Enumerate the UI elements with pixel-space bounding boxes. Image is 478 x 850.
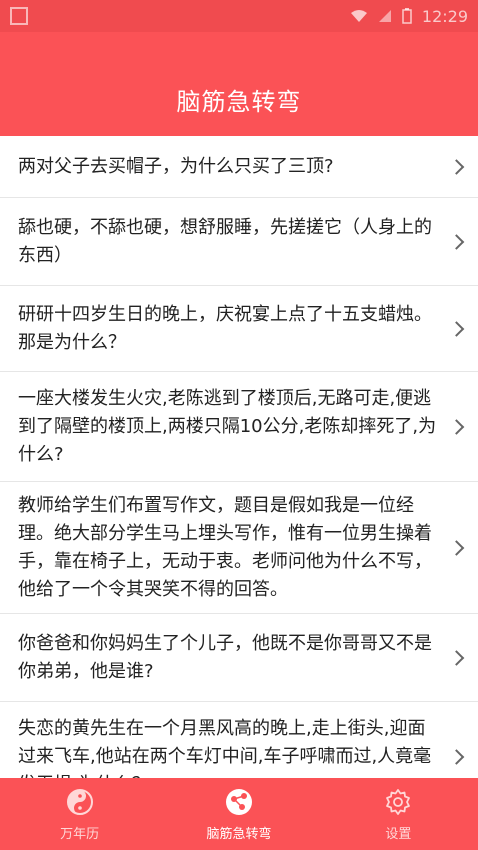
question-text: 一座大楼发生火灾,老陈逃到了楼顶后,无路可走,便逃到了隔壁的楼顶上,两楼只隔10… bbox=[18, 387, 437, 465]
status-bar: 12:29 bbox=[0, 0, 478, 32]
list-item[interactable]: 你爸爸和你妈妈生了个儿子，他既不是你哥哥又不是你弟弟，他是谁? bbox=[0, 614, 478, 702]
notification-icon bbox=[10, 7, 28, 25]
list-item[interactable]: 研研十四岁生日的晚上，庆祝宴上点了十五支蜡烛。那是为什么？ bbox=[0, 286, 478, 372]
share-nodes-icon bbox=[225, 788, 252, 815]
tab-label: 万年历 bbox=[60, 826, 100, 842]
question-text: 研研十四岁生日的晚上，庆祝宴上点了十五支蜡烛。那是为什么？ bbox=[18, 303, 432, 353]
signal-icon bbox=[378, 10, 391, 22]
list-item[interactable]: 一座大楼发生火灾,老陈逃到了楼顶后,无路可走,便逃到了隔壁的楼顶上,两楼只隔10… bbox=[0, 372, 478, 482]
tab-label: 脑筋急转弯 bbox=[206, 826, 272, 842]
status-time: 12:29 bbox=[421, 6, 468, 26]
question-text: 你爸爸和你妈妈生了个儿子，他既不是你哥哥又不是你弟弟，他是谁? bbox=[18, 632, 432, 682]
chevron-right-icon bbox=[448, 649, 465, 666]
tab-brain-teasers[interactable]: 脑筋急转弯 bbox=[159, 778, 318, 850]
chevron-right-icon bbox=[448, 233, 465, 250]
battery-icon bbox=[402, 8, 412, 24]
yin-yang-icon bbox=[66, 788, 93, 815]
chevron-right-icon bbox=[448, 748, 465, 765]
chevron-right-icon bbox=[448, 320, 465, 337]
tab-label: 设置 bbox=[385, 826, 412, 842]
list-item[interactable]: 两对父子去买帽子，为什么只买了三顶? bbox=[0, 136, 478, 198]
list-item[interactable]: 失恋的黄先生在一个月黑风高的晚上,走上街头,迎面过来飞车,他站在两个车灯中间,车… bbox=[0, 702, 478, 778]
tab-calendar[interactable]: 万年历 bbox=[0, 778, 159, 850]
bottom-tab-bar: 万年历 脑筋急转弯 设置 bbox=[0, 778, 478, 850]
question-list[interactable]: 两对父子去买帽子，为什么只买了三顶? 舔也硬，不舔也硬，想舒服睡，先搓搓它（人身… bbox=[0, 136, 478, 778]
chevron-right-icon bbox=[448, 539, 465, 556]
question-text: 失恋的黄先生在一个月黑风高的晚上,走上街头,迎面过来飞车,他站在两个车灯中间,车… bbox=[18, 717, 432, 779]
list-item[interactable]: 舔也硬，不舔也硬，想舒服睡，先搓搓它（人身上的东西） bbox=[0, 198, 478, 286]
gear-icon bbox=[386, 788, 411, 815]
question-text: 舔也硬，不舔也硬，想舒服睡，先搓搓它（人身上的东西） bbox=[18, 216, 432, 266]
chevron-right-icon bbox=[448, 158, 465, 175]
page-title: 脑筋急转弯 bbox=[176, 87, 302, 116]
chevron-right-icon bbox=[448, 418, 465, 435]
tab-settings[interactable]: 设置 bbox=[319, 778, 478, 850]
app-toolbar: 脑筋急转弯 bbox=[0, 32, 478, 136]
question-text: 教师给学生们布置写作文，题目是假如我是一位经理。绝大部分学生马上埋头写作，惟有一… bbox=[18, 494, 432, 600]
wifi-icon bbox=[350, 10, 367, 22]
question-text: 两对父子去买帽子，为什么只买了三顶? bbox=[18, 155, 334, 177]
list-item[interactable]: 教师给学生们布置写作文，题目是假如我是一位经理。绝大部分学生马上埋头写作，惟有一… bbox=[0, 482, 478, 614]
